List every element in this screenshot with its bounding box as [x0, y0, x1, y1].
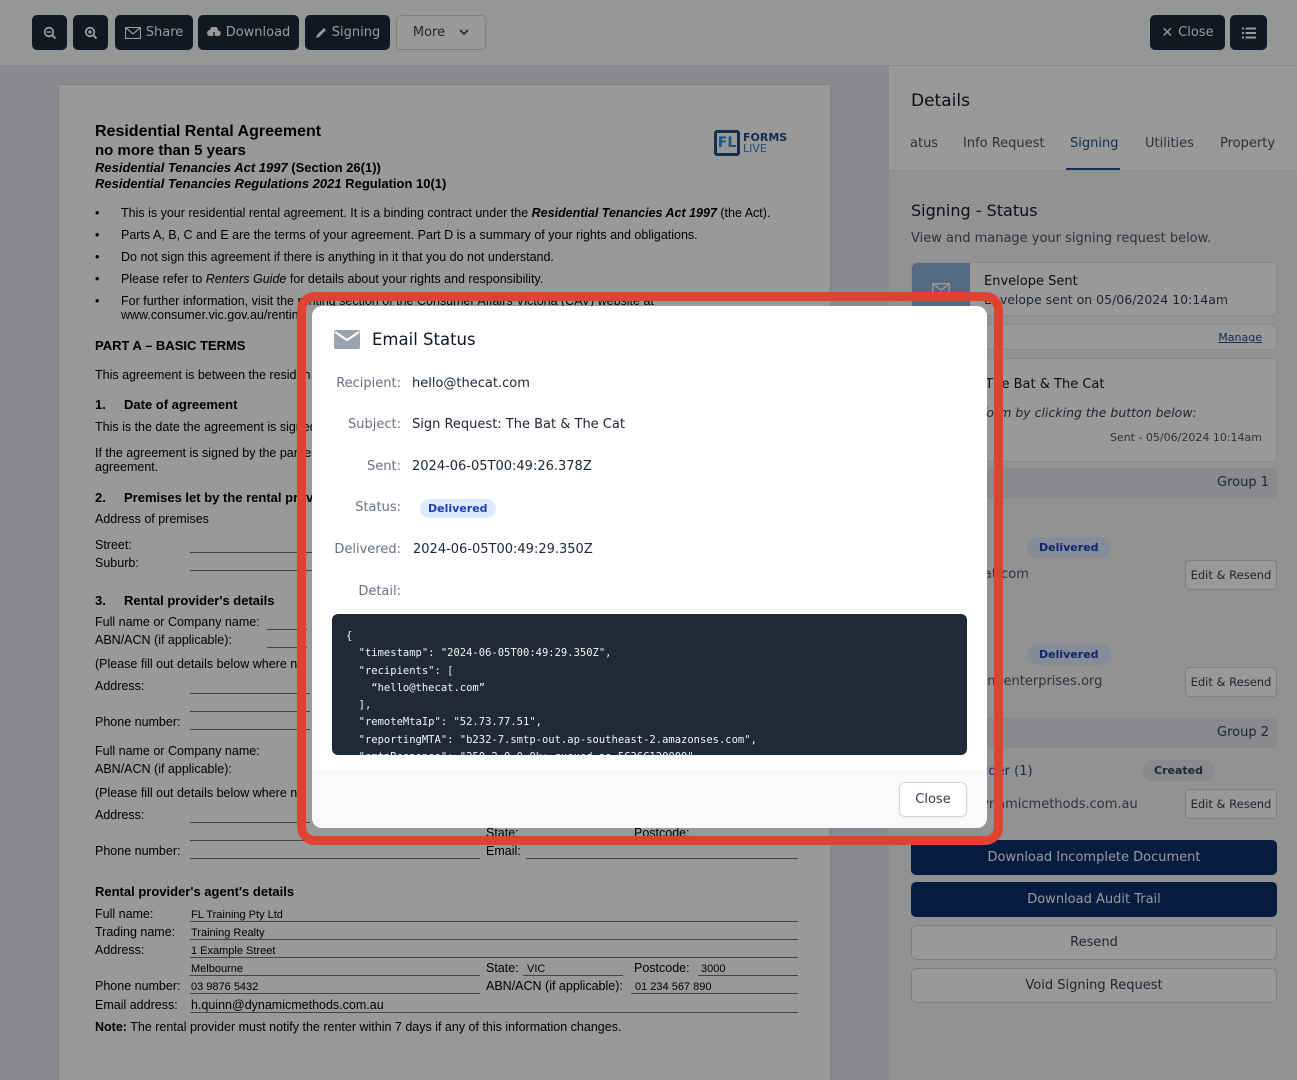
status-label: Status:	[355, 500, 401, 515]
recipient-value: hello@thecat.com	[412, 376, 530, 391]
delivered-value: 2024-06-05T00:49:29.350Z	[413, 542, 593, 557]
subject-value: Sign Request: The Bat & The Cat	[412, 417, 625, 432]
delivered-label: Delivered:	[334, 542, 401, 557]
sent-label: Sent:	[367, 459, 401, 474]
detail-json-block[interactable]: { "timestamp": "2024-06-05T00:49:29.350Z…	[332, 614, 967, 755]
email-status-modal: Email Status Recipient: hello@thecat.com…	[312, 306, 987, 828]
modal-close-button[interactable]: Close	[899, 782, 967, 817]
recipient-label: Recipient:	[336, 376, 401, 391]
modal-footer: Close	[312, 770, 987, 828]
envelope-icon	[334, 330, 360, 349]
detail-label: Detail:	[358, 584, 401, 599]
subject-label: Subject:	[348, 417, 401, 432]
sent-value: 2024-06-05T00:49:26.378Z	[412, 459, 592, 474]
status-badge: Delivered	[420, 499, 496, 518]
modal-title: Email Status	[372, 330, 476, 349]
detail-json-text: { "timestamp": "2024-06-05T00:49:29.350Z…	[346, 630, 757, 755]
